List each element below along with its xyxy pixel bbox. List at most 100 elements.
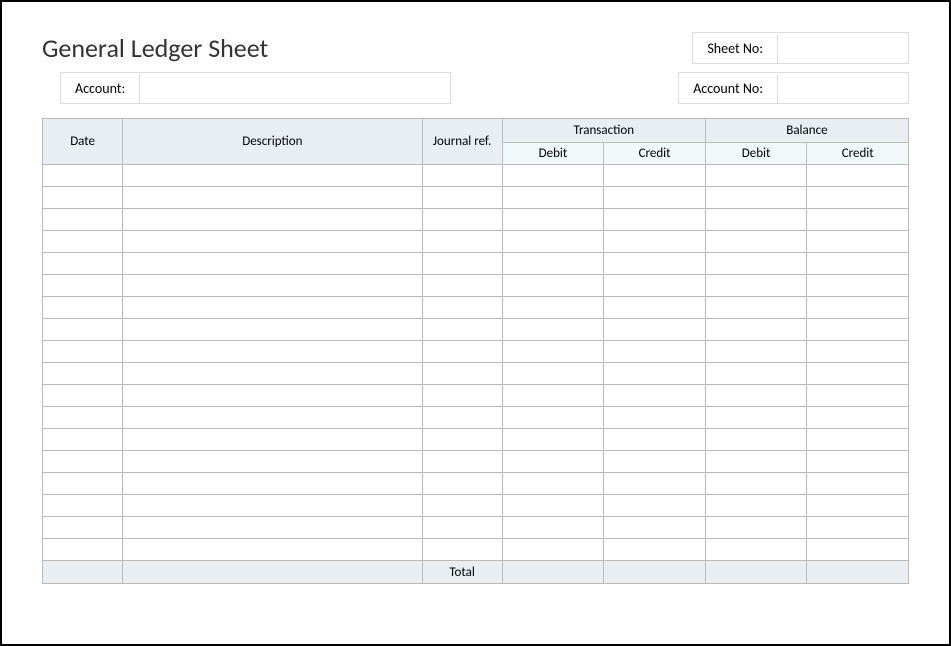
cell-journalRef[interactable]: [422, 253, 502, 275]
cell-description[interactable]: [123, 429, 422, 451]
cell-bDebit[interactable]: [705, 473, 807, 495]
cell-date[interactable]: [43, 363, 123, 385]
cell-tCredit[interactable]: [604, 385, 706, 407]
cell-description[interactable]: [123, 451, 422, 473]
cell-description[interactable]: [123, 253, 422, 275]
cell-bCredit[interactable]: [807, 495, 909, 517]
cell-description[interactable]: [123, 539, 422, 561]
cell-date[interactable]: [43, 319, 123, 341]
cell-description[interactable]: [123, 473, 422, 495]
cell-description[interactable]: [123, 187, 422, 209]
cell-journalRef[interactable]: [422, 429, 502, 451]
cell-tCredit[interactable]: [604, 275, 706, 297]
sheet-no-value[interactable]: [778, 33, 908, 63]
cell-date[interactable]: [43, 341, 123, 363]
cell-bDebit[interactable]: [705, 429, 807, 451]
cell-bDebit[interactable]: [705, 275, 807, 297]
cell-tCredit[interactable]: [604, 231, 706, 253]
cell-bCredit[interactable]: [807, 473, 909, 495]
cell-tCredit[interactable]: [604, 253, 706, 275]
cell-tCredit[interactable]: [604, 473, 706, 495]
cell-date[interactable]: [43, 209, 123, 231]
cell-journalRef[interactable]: [422, 209, 502, 231]
cell-date[interactable]: [43, 275, 123, 297]
cell-tDebit[interactable]: [502, 209, 604, 231]
cell-tDebit[interactable]: [502, 319, 604, 341]
cell-tCredit[interactable]: [604, 363, 706, 385]
cell-tDebit[interactable]: [502, 407, 604, 429]
cell-description[interactable]: [123, 341, 422, 363]
cell-description[interactable]: [123, 363, 422, 385]
cell-description[interactable]: [123, 319, 422, 341]
cell-tCredit[interactable]: [604, 539, 706, 561]
cell-date[interactable]: [43, 385, 123, 407]
cell-bDebit[interactable]: [705, 451, 807, 473]
cell-tDebit[interactable]: [502, 473, 604, 495]
cell-tCredit[interactable]: [604, 297, 706, 319]
cell-bDebit[interactable]: [705, 385, 807, 407]
cell-tDebit[interactable]: [502, 297, 604, 319]
cell-bDebit[interactable]: [705, 539, 807, 561]
cell-bCredit[interactable]: [807, 451, 909, 473]
cell-tDebit[interactable]: [502, 231, 604, 253]
cell-tDebit[interactable]: [502, 517, 604, 539]
account-value[interactable]: [140, 73, 450, 103]
cell-description[interactable]: [123, 297, 422, 319]
cell-tDebit[interactable]: [502, 341, 604, 363]
cell-journalRef[interactable]: [422, 231, 502, 253]
cell-date[interactable]: [43, 231, 123, 253]
cell-bDebit[interactable]: [705, 363, 807, 385]
cell-tCredit[interactable]: [604, 429, 706, 451]
cell-date[interactable]: [43, 297, 123, 319]
cell-bCredit[interactable]: [807, 275, 909, 297]
cell-bDebit[interactable]: [705, 341, 807, 363]
cell-tCredit[interactable]: [604, 517, 706, 539]
cell-date[interactable]: [43, 253, 123, 275]
cell-tCredit[interactable]: [604, 495, 706, 517]
cell-description[interactable]: [123, 517, 422, 539]
cell-bDebit[interactable]: [705, 231, 807, 253]
cell-date[interactable]: [43, 451, 123, 473]
cell-journalRef[interactable]: [422, 165, 502, 187]
cell-journalRef[interactable]: [422, 187, 502, 209]
cell-description[interactable]: [123, 495, 422, 517]
cell-tCredit[interactable]: [604, 209, 706, 231]
cell-journalRef[interactable]: [422, 495, 502, 517]
cell-bCredit[interactable]: [807, 209, 909, 231]
cell-date[interactable]: [43, 539, 123, 561]
cell-tDebit[interactable]: [502, 451, 604, 473]
cell-tDebit[interactable]: [502, 429, 604, 451]
cell-bCredit[interactable]: [807, 407, 909, 429]
cell-tDebit[interactable]: [502, 187, 604, 209]
cell-description[interactable]: [123, 407, 422, 429]
cell-bCredit[interactable]: [807, 165, 909, 187]
cell-bCredit[interactable]: [807, 231, 909, 253]
cell-journalRef[interactable]: [422, 319, 502, 341]
cell-tCredit[interactable]: [604, 319, 706, 341]
cell-journalRef[interactable]: [422, 297, 502, 319]
cell-tCredit[interactable]: [604, 407, 706, 429]
cell-bCredit[interactable]: [807, 297, 909, 319]
cell-description[interactable]: [123, 275, 422, 297]
cell-tDebit[interactable]: [502, 363, 604, 385]
cell-journalRef[interactable]: [422, 341, 502, 363]
cell-bDebit[interactable]: [705, 209, 807, 231]
cell-description[interactable]: [123, 385, 422, 407]
cell-tDebit[interactable]: [502, 495, 604, 517]
cell-bCredit[interactable]: [807, 187, 909, 209]
cell-journalRef[interactable]: [422, 385, 502, 407]
cell-bCredit[interactable]: [807, 385, 909, 407]
cell-bCredit[interactable]: [807, 429, 909, 451]
cell-bCredit[interactable]: [807, 341, 909, 363]
cell-bCredit[interactable]: [807, 517, 909, 539]
cell-bDebit[interactable]: [705, 165, 807, 187]
cell-journalRef[interactable]: [422, 451, 502, 473]
cell-journalRef[interactable]: [422, 275, 502, 297]
cell-date[interactable]: [43, 473, 123, 495]
cell-tCredit[interactable]: [604, 451, 706, 473]
cell-bDebit[interactable]: [705, 187, 807, 209]
cell-date[interactable]: [43, 187, 123, 209]
cell-tCredit[interactable]: [604, 341, 706, 363]
cell-bDebit[interactable]: [705, 495, 807, 517]
cell-tDebit[interactable]: [502, 165, 604, 187]
